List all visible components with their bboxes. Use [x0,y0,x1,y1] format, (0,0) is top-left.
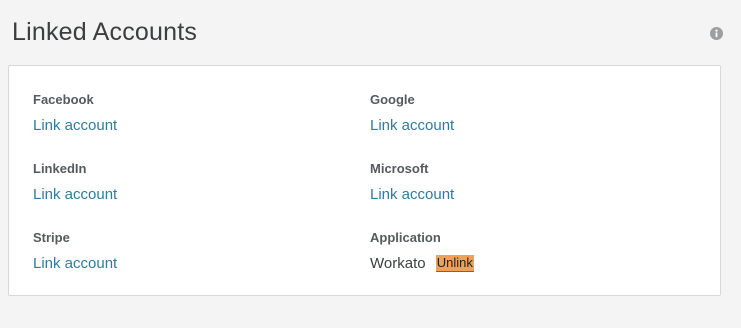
account-label-google: Google [370,92,415,107]
link-account-facebook[interactable]: Link account [33,117,117,134]
account-label-linkedin: LinkedIn [33,161,87,176]
info-icon[interactable] [710,27,723,40]
account-stripe: Stripe Link account [33,230,333,274]
link-account-stripe[interactable]: Link account [33,255,117,272]
account-google: Google Link account [370,92,670,136]
page-title: Linked Accounts [12,18,198,46]
account-label-microsoft: Microsoft [370,161,429,176]
account-label-facebook: Facebook [33,92,94,107]
account-application: Application Workato Unlink [370,230,670,274]
account-label-stripe: Stripe [33,230,70,245]
account-microsoft: Microsoft Link account [370,161,670,205]
link-account-microsoft[interactable]: Link account [370,186,454,203]
linked-accounts-card: Facebook Link account Google Link accoun… [8,65,721,296]
account-linkedin: LinkedIn Link account [33,161,333,205]
account-label-application: Application [370,230,441,245]
link-account-linkedin[interactable]: Link account [33,186,117,203]
unlink-button[interactable]: Unlink [435,255,474,272]
link-account-google[interactable]: Link account [370,117,454,134]
linked-application-name: Workato [370,255,426,272]
account-facebook: Facebook Link account [33,92,333,136]
